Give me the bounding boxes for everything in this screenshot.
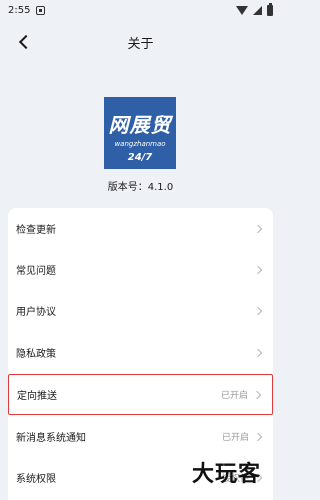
logo-pinyin: wangzhanmao: [114, 140, 166, 148]
wifi-icon: [236, 5, 248, 15]
status-time: 2:55: [8, 4, 31, 16]
menu-item-label: 定向推送: [17, 391, 57, 402]
menu-item-faq[interactable]: 常见问题: [8, 249, 273, 290]
nav-bar: 关于: [0, 20, 281, 64]
logo-tagline: 24/7: [127, 152, 153, 163]
chevron-right-icon: [253, 224, 263, 233]
app-logo: 网展贸 wangzhanmao 24/7: [104, 97, 176, 169]
chevron-right-icon: [253, 432, 263, 441]
status-icons: [236, 2, 273, 16]
menu-item-label: 新消息系统通知: [16, 433, 86, 444]
menu-item-label: 检查更新: [16, 225, 56, 236]
chevron-right-icon: [253, 306, 263, 315]
menu-item-label: 系统权限: [16, 474, 56, 485]
menu-item-user-agreement[interactable]: 用户协议: [8, 290, 273, 331]
back-arrow-icon: [18, 34, 34, 50]
notification-icon: [36, 5, 46, 15]
back-button[interactable]: [14, 32, 34, 52]
signal-icon: [253, 5, 262, 15]
menu-item-label: 隐私政策: [16, 349, 56, 360]
menu-item-status: 已开启: [220, 391, 248, 401]
menu-item-system-notification[interactable]: 新消息系统通知 已开启: [8, 416, 273, 457]
version-text: 版本号：4.1.0: [107, 182, 174, 193]
logo-name: 网展贸: [108, 113, 172, 137]
status-bar: 2:55: [0, 0, 281, 20]
watermark-logo: 大玩客: [192, 461, 262, 487]
menu-item-label: 常见问题: [16, 266, 56, 277]
chevron-right-icon: [253, 265, 263, 274]
menu-item-status: 已开启: [221, 433, 249, 443]
page-title: 关于: [127, 36, 154, 52]
menu-item-check-update[interactable]: 检查更新: [8, 208, 273, 249]
battery-icon: [267, 2, 273, 16]
menu-item-privacy-policy[interactable]: 隐私政策: [8, 332, 273, 373]
chevron-right-icon: [253, 348, 263, 357]
chevron-right-icon: [252, 390, 262, 399]
menu-item-targeted-push[interactable]: 定向推送 已开启: [8, 374, 273, 415]
menu-item-label: 用户协议: [16, 307, 56, 318]
